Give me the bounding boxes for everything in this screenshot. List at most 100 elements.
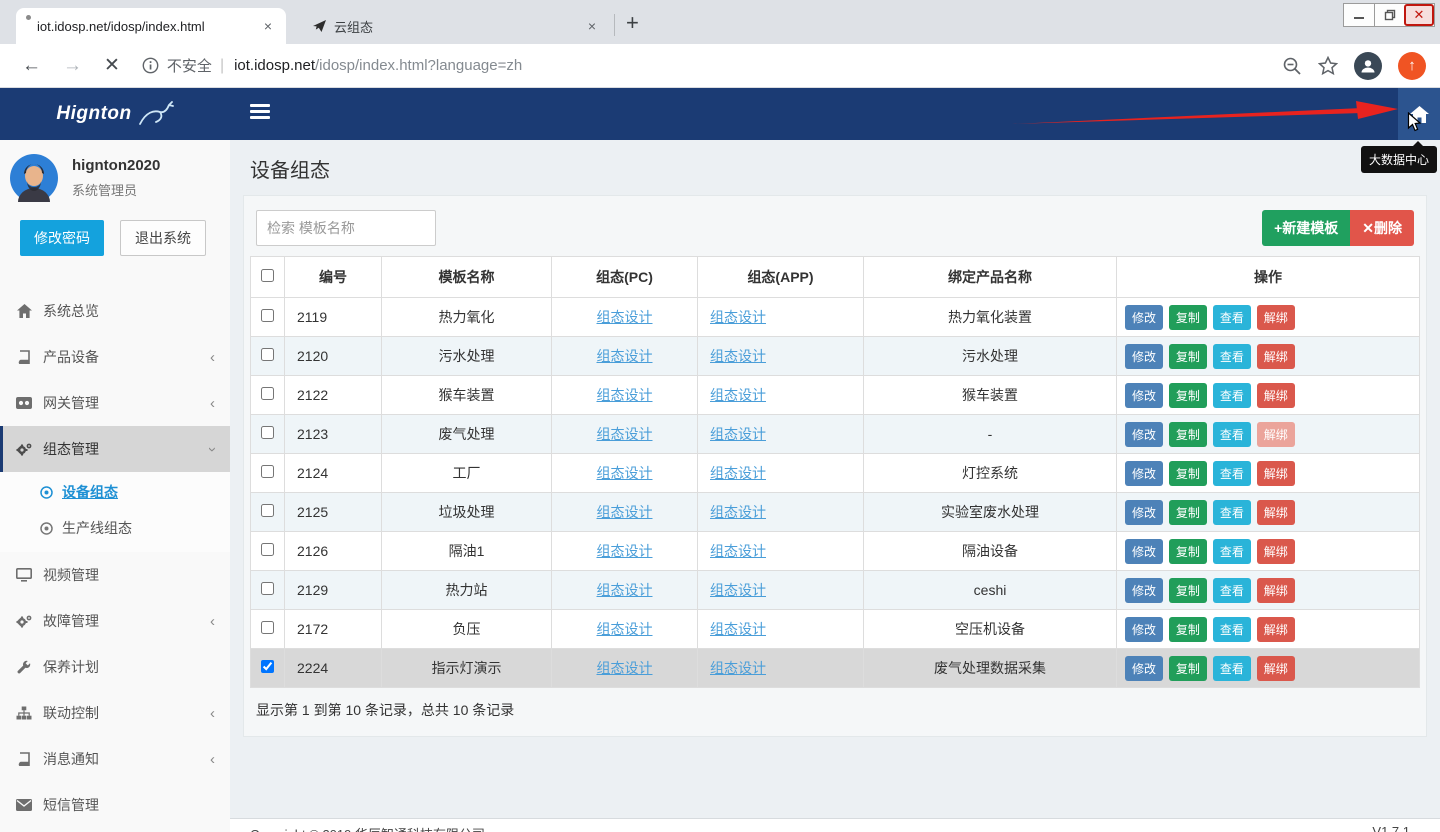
pc-config-link[interactable]: 组态设计	[597, 621, 653, 637]
row-checkbox[interactable]	[261, 465, 274, 478]
delete-button[interactable]: ✕删除	[1350, 210, 1414, 246]
pc-config-link[interactable]: 组态设计	[597, 660, 653, 676]
forward-icon[interactable]: →	[63, 55, 82, 77]
browser-tab-active[interactable]: iot.idosp.net/idosp/index.html ×	[16, 8, 286, 44]
view-button[interactable]: 查看	[1213, 383, 1251, 408]
sidebar-item-video[interactable]: 视频管理	[0, 552, 230, 598]
copy-button[interactable]: 复制	[1169, 383, 1207, 408]
browser-tab-cloud[interactable]: 云组态 ×	[300, 8, 610, 44]
pc-config-link[interactable]: 组态设计	[597, 504, 653, 520]
sidebar-item-notifications[interactable]: 消息通知 ‹	[0, 736, 230, 782]
view-button[interactable]: 查看	[1213, 344, 1251, 369]
sidebar-item-fault[interactable]: 故障管理 ‹	[0, 598, 230, 644]
unbind-button[interactable]: 解绑	[1257, 383, 1295, 408]
pc-config-link[interactable]: 组态设计	[597, 426, 653, 442]
view-button[interactable]: 查看	[1213, 656, 1251, 681]
browser-update-icon[interactable]: ↑	[1398, 52, 1426, 80]
restore-button[interactable]	[1374, 4, 1404, 26]
back-icon[interactable]: ←	[22, 55, 41, 77]
unbind-button[interactable]: 解绑	[1257, 305, 1295, 330]
view-button[interactable]: 查看	[1213, 500, 1251, 525]
sidebar-item-maintenance[interactable]: 保养计划	[0, 644, 230, 690]
view-button[interactable]: 查看	[1213, 422, 1251, 447]
app-config-link[interactable]: 组态设计	[710, 465, 766, 481]
copy-button[interactable]: 复制	[1169, 656, 1207, 681]
bookmark-star-icon[interactable]	[1318, 56, 1338, 76]
row-checkbox[interactable]	[261, 543, 274, 556]
unbind-button[interactable]: 解绑	[1257, 461, 1295, 486]
copy-button[interactable]: 复制	[1169, 578, 1207, 603]
new-tab-button[interactable]: +	[626, 10, 639, 36]
view-button[interactable]: 查看	[1213, 539, 1251, 564]
row-checkbox[interactable]	[261, 309, 274, 322]
row-checkbox[interactable]	[261, 621, 274, 634]
sidebar-item-overview[interactable]: 系统总览	[0, 288, 230, 334]
app-config-link[interactable]: 组态设计	[710, 309, 766, 325]
sidebar-item-products[interactable]: 产品设备 ‹	[0, 334, 230, 380]
app-config-link[interactable]: 组态设计	[710, 660, 766, 676]
app-config-link[interactable]: 组态设计	[710, 348, 766, 364]
unbind-button[interactable]: 解绑	[1257, 500, 1295, 525]
view-button[interactable]: 查看	[1213, 578, 1251, 603]
pc-config-link[interactable]: 组态设计	[597, 465, 653, 481]
pc-config-link[interactable]: 组态设计	[597, 348, 653, 364]
row-checkbox[interactable]	[261, 348, 274, 361]
sidebar-item-configuration[interactable]: 组态管理 ›	[0, 426, 230, 472]
pc-config-link[interactable]: 组态设计	[597, 543, 653, 559]
row-checkbox[interactable]	[261, 504, 274, 517]
unbind-button[interactable]: 解绑	[1257, 578, 1295, 603]
select-all-checkbox[interactable]	[261, 269, 274, 282]
unbind-button[interactable]: 解绑	[1257, 422, 1295, 447]
row-checkbox[interactable]	[261, 426, 274, 439]
edit-button[interactable]: 修改	[1125, 539, 1163, 564]
view-button[interactable]: 查看	[1213, 617, 1251, 642]
app-config-link[interactable]: 组态设计	[710, 504, 766, 520]
stop-icon[interactable]: ✕	[104, 54, 120, 77]
unbind-button[interactable]: 解绑	[1257, 656, 1295, 681]
edit-button[interactable]: 修改	[1125, 383, 1163, 408]
minimize-button[interactable]	[1344, 4, 1374, 26]
unbind-button[interactable]: 解绑	[1257, 539, 1295, 564]
sidebar-subitem-line-config[interactable]: 生产线组态	[0, 510, 230, 546]
copy-button[interactable]: 复制	[1169, 617, 1207, 642]
sidebar-item-space[interactable]: 空间管理	[0, 828, 230, 832]
copy-button[interactable]: 复制	[1169, 422, 1207, 447]
zoom-indicator-icon[interactable]	[1282, 56, 1302, 76]
row-checkbox[interactable]	[261, 660, 274, 673]
edit-button[interactable]: 修改	[1125, 461, 1163, 486]
copy-button[interactable]: 复制	[1169, 500, 1207, 525]
edit-button[interactable]: 修改	[1125, 617, 1163, 642]
app-config-link[interactable]: 组态设计	[710, 543, 766, 559]
edit-button[interactable]: 修改	[1125, 578, 1163, 603]
copy-button[interactable]: 复制	[1169, 461, 1207, 486]
sidebar-item-sms[interactable]: 短信管理	[0, 782, 230, 828]
copy-button[interactable]: 复制	[1169, 539, 1207, 564]
change-password-button[interactable]: 修改密码	[20, 220, 104, 256]
app-config-link[interactable]: 组态设计	[710, 582, 766, 598]
pc-config-link[interactable]: 组态设计	[597, 309, 653, 325]
url-field[interactable]: 不安全 | iot.idosp.net/idosp/index.html?lan…	[142, 55, 522, 76]
edit-button[interactable]: 修改	[1125, 344, 1163, 369]
edit-button[interactable]: 修改	[1125, 305, 1163, 330]
hamburger-menu-icon[interactable]	[250, 104, 270, 122]
app-config-link[interactable]: 组态设计	[710, 387, 766, 403]
row-checkbox[interactable]	[261, 387, 274, 400]
search-input[interactable]	[256, 210, 436, 246]
new-template-button[interactable]: +新建模板	[1262, 210, 1350, 246]
sidebar-item-linkage[interactable]: 联动控制 ‹	[0, 690, 230, 736]
copy-button[interactable]: 复制	[1169, 305, 1207, 330]
pc-config-link[interactable]: 组态设计	[597, 387, 653, 403]
view-button[interactable]: 查看	[1213, 305, 1251, 330]
sidebar-item-gateway[interactable]: 网关管理 ‹	[0, 380, 230, 426]
tab-close-icon[interactable]: ×	[260, 18, 276, 34]
sidebar-subitem-device-config[interactable]: 设备组态	[0, 474, 230, 510]
edit-button[interactable]: 修改	[1125, 656, 1163, 681]
unbind-button[interactable]: 解绑	[1257, 617, 1295, 642]
copy-button[interactable]: 复制	[1169, 344, 1207, 369]
pc-config-link[interactable]: 组态设计	[597, 582, 653, 598]
browser-profile-avatar[interactable]	[1354, 52, 1382, 80]
unbind-button[interactable]: 解绑	[1257, 344, 1295, 369]
view-button[interactable]: 查看	[1213, 461, 1251, 486]
row-checkbox[interactable]	[261, 582, 274, 595]
close-button[interactable]: ✕	[1404, 4, 1434, 26]
